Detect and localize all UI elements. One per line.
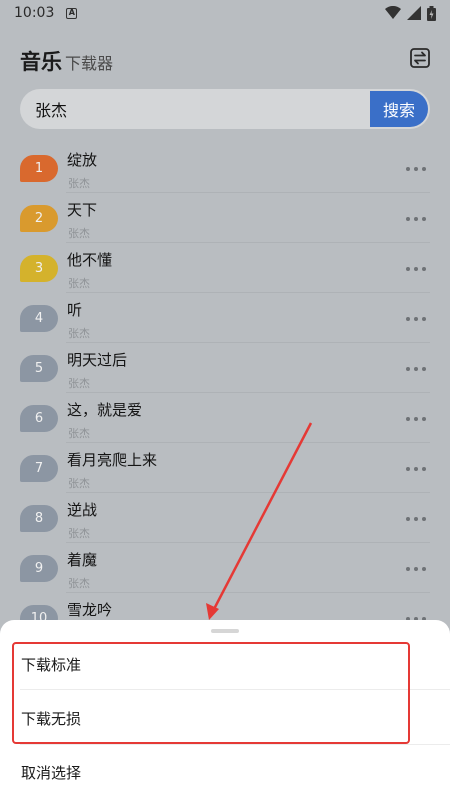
cancel-option[interactable]: 取消选择 [0, 750, 450, 794]
song-row[interactable]: 2 天下张杰 [0, 193, 450, 243]
app-subtitle: 下载器 [65, 54, 114, 73]
search-button[interactable]: 搜索 [370, 91, 428, 127]
song-artist: 张杰 [68, 577, 90, 590]
divider [20, 744, 450, 745]
rank-badge: 9 [20, 555, 58, 582]
rank-badge: 4 [20, 305, 58, 332]
song-title: 这，就是爱 [67, 401, 143, 419]
song-row[interactable]: 9 着魔张杰 [0, 543, 450, 593]
wifi-icon [385, 6, 401, 19]
song-row[interactable]: 8 逆战张杰 [0, 493, 450, 543]
song-row[interactable]: 6 这，就是爱张杰 [0, 393, 450, 443]
song-title: 他不懂 [67, 251, 113, 269]
song-row[interactable]: 4 听张杰 [0, 293, 450, 343]
more-options-icon[interactable] [406, 209, 426, 229]
song-artist: 张杰 [68, 477, 90, 490]
song-artist: 张杰 [68, 177, 90, 190]
song-artist: 张杰 [68, 377, 90, 390]
song-row[interactable]: 1 绽放张杰 [0, 143, 450, 193]
song-title: 绽放 [67, 151, 98, 169]
swap-button[interactable] [408, 46, 432, 70]
sheet-handle[interactable] [211, 629, 239, 633]
song-title: 看月亮爬上来 [67, 451, 158, 469]
app-header: 音乐 下载器 [0, 40, 450, 76]
song-row[interactable]: 3 他不懂张杰 [0, 243, 450, 293]
song-artist: 张杰 [68, 427, 90, 440]
song-row[interactable]: 5 明天过后张杰 [0, 343, 450, 393]
highlight-box [12, 642, 410, 744]
swap-icon [410, 48, 430, 68]
song-artist: 张杰 [68, 327, 90, 340]
song-title: 逆战 [67, 501, 98, 519]
app-title: 音乐 [20, 50, 62, 74]
more-options-icon[interactable] [406, 259, 426, 279]
song-row[interactable]: 7 看月亮爬上来张杰 [0, 443, 450, 493]
song-title: 听 [67, 301, 83, 319]
more-options-icon[interactable] [406, 509, 426, 529]
song-title: 雪龙吟 [67, 601, 113, 619]
status-icons [385, 5, 436, 21]
song-artist: 张杰 [68, 227, 90, 240]
song-artist: 张杰 [68, 527, 90, 540]
battery-icon [427, 5, 436, 21]
song-artist: 张杰 [68, 277, 90, 290]
more-options-icon[interactable] [406, 559, 426, 579]
song-title: 天下 [67, 201, 98, 219]
song-title: 着魔 [67, 551, 98, 569]
status-time: 10:03 [14, 5, 55, 21]
rank-badge: 6 [20, 405, 58, 432]
rank-badge: 5 [20, 355, 58, 382]
status-bar: 10:03 A [0, 0, 450, 26]
more-options-icon[interactable] [406, 159, 426, 179]
search-bar: 搜索 [20, 89, 430, 129]
more-options-icon[interactable] [406, 309, 426, 329]
more-options-icon[interactable] [406, 459, 426, 479]
rank-badge: 2 [20, 205, 58, 232]
rank-badge: 1 [20, 155, 58, 182]
song-title: 明天过后 [67, 351, 128, 369]
more-options-icon[interactable] [406, 359, 426, 379]
more-options-icon[interactable] [406, 409, 426, 429]
song-list: 1 绽放 张杰 2 天下 张杰 3 他不懂 张杰 4 听张杰 5 明天过后 张杰 6 这，就是爱 张杰 7 看月亮爬… [0, 143, 450, 643]
rank-badge: 3 [20, 255, 58, 282]
a-letter-icon: A [66, 7, 78, 19]
rank-badge: 8 [20, 505, 58, 532]
signal-icon [407, 6, 421, 20]
rank-badge: 7 [20, 455, 58, 482]
search-input[interactable] [20, 89, 370, 129]
